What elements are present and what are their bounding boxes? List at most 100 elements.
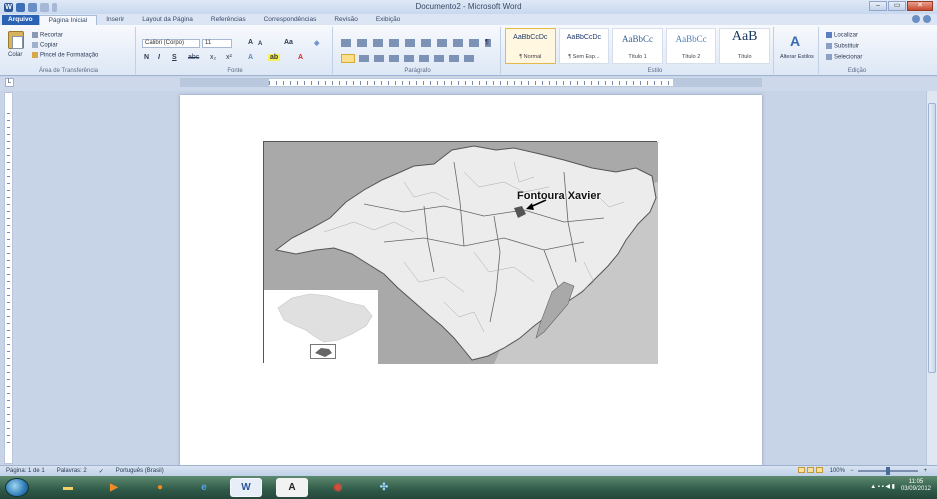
scrollbar-thumb[interactable] (928, 103, 936, 373)
tab-references[interactable]: Referências (202, 15, 255, 25)
binoculars-icon (826, 32, 832, 38)
proofing-icon[interactable]: ✓ (99, 468, 104, 475)
view-buttons[interactable] (797, 467, 825, 475)
paragraph-group-label: Parágrafo (404, 68, 431, 74)
italic-button[interactable]: I (158, 54, 160, 61)
strikethrough-button[interactable]: abc (188, 54, 199, 61)
state-locator-graphic (315, 348, 332, 357)
font-group: Calibri (Corpo) 11 A A Aa ◈ N I S abc x₂… (138, 27, 333, 74)
paste-button[interactable]: Colar (8, 52, 22, 58)
style-name: Título (737, 54, 752, 60)
font-color-icon[interactable]: A (298, 54, 303, 61)
style-heading-1[interactable]: AaBbCc Título 1 (612, 28, 663, 64)
paste-icon[interactable] (8, 31, 24, 49)
alignment-buttons[interactable] (359, 55, 479, 62)
styles-group-label: Estilo (647, 68, 663, 74)
copy-icon (32, 42, 38, 48)
internet-explorer-icon[interactable]: e (188, 478, 220, 497)
status-bar: Página: 1 de 1 Palavras: 2 ✓ Português (… (0, 465, 937, 476)
select-button[interactable]: Selecionar (826, 54, 862, 61)
vertical-scrollbar[interactable] (926, 91, 937, 465)
style-no-spacing[interactable]: AaBbCcDc ¶ Sem Esp... (558, 28, 610, 64)
explorer-icon[interactable]: ▬ (52, 478, 84, 497)
tab-mailings[interactable]: Correspondências (255, 15, 326, 25)
minimize-button[interactable]: – (869, 1, 887, 11)
maximize-button[interactable]: ▭ (888, 1, 906, 11)
change-styles-group: A Alterar Estilos (773, 27, 819, 74)
minimize-ribbon-icon[interactable] (912, 15, 920, 23)
firefox-icon[interactable]: ● (144, 478, 176, 497)
font-name-select[interactable]: Calibri (Corpo) (142, 39, 200, 48)
subscript-button[interactable]: x₂ (210, 54, 216, 61)
media-player-icon[interactable]: ▶ (98, 478, 130, 497)
align-left-icon[interactable] (341, 54, 355, 63)
zoom-level[interactable]: 100% (830, 468, 845, 474)
tab-page-layout[interactable]: Layout da Página (133, 15, 202, 25)
change-case-button[interactable]: Aa (284, 39, 293, 46)
format-painter-button[interactable]: Pincel de Formatação (32, 52, 98, 59)
cut-button[interactable]: Recortar (32, 32, 63, 39)
map-label: Fontoura Xavier (517, 190, 601, 202)
style-normal[interactable]: AaBbCcDc ¶ Normal (505, 28, 556, 64)
replace-label: Substituir (834, 43, 860, 50)
chrome-icon[interactable]: ◉ (322, 478, 354, 497)
full-screen-icon[interactable] (806, 467, 814, 473)
state-locator-inset (310, 344, 336, 359)
page-count[interactable]: Página: 1 de 1 (6, 468, 45, 474)
zoom-in-button[interactable]: + (923, 468, 927, 474)
vertical-ruler[interactable] (4, 92, 13, 464)
find-button[interactable]: Localizar (826, 32, 858, 39)
start-button[interactable] (5, 478, 29, 497)
font-size-select[interactable]: 11 (202, 39, 232, 48)
list-buttons[interactable] (341, 39, 491, 47)
language[interactable]: Português (Brasil) (116, 468, 164, 474)
tab-view[interactable]: Exibição (367, 15, 410, 25)
tab-home[interactable]: Página Inicial (38, 15, 98, 25)
style-name: ¶ Normal (519, 54, 542, 60)
cut-label: Recortar (40, 32, 64, 39)
grow-font-button[interactable]: A (248, 39, 253, 46)
print-layout-icon[interactable] (797, 467, 805, 473)
word-count[interactable]: Palavras: 2 (57, 468, 87, 474)
style-heading-2[interactable]: AaBbCc Título 2 (665, 28, 717, 64)
style-name: Título 1 (628, 54, 647, 60)
help-icon[interactable] (923, 15, 931, 23)
style-title[interactable]: AaB Título (719, 28, 770, 64)
style-preview: AaB (731, 29, 758, 44)
shrink-font-button[interactable]: A (258, 41, 262, 47)
highlight-icon[interactable]: ab (268, 54, 281, 61)
underline-button[interactable]: S (172, 54, 177, 61)
clock-date: 03/09/2012 (900, 486, 931, 492)
ribbon: Colar Recortar Copiar Pincel de Formataç… (0, 25, 937, 76)
superscript-button[interactable]: x² (226, 54, 232, 61)
tab-file[interactable]: Arquivo (2, 15, 39, 25)
word-taskbar-icon[interactable]: W (230, 478, 262, 497)
replace-button[interactable]: Substituir (826, 43, 859, 50)
bold-button[interactable]: N (144, 54, 149, 61)
pilcrow-icon[interactable]: ¶ (485, 39, 489, 46)
clock[interactable]: 11:05 03/09/2012 (901, 479, 931, 493)
zoom-slider[interactable] (858, 467, 919, 475)
tab-review[interactable]: Revisão (325, 15, 366, 25)
network-app-icon[interactable]: ✣ (368, 478, 400, 497)
clear-formatting-icon[interactable]: ◈ (314, 39, 319, 47)
tab-selector-button[interactable]: L (5, 78, 14, 87)
copy-button[interactable]: Copiar (32, 42, 58, 49)
select-label: Selecionar (834, 54, 863, 61)
font-group-label: Fonte (227, 68, 243, 74)
horizontal-ruler[interactable] (180, 78, 762, 87)
change-styles-icon[interactable]: A (790, 33, 800, 49)
ruler-left-margin (181, 79, 269, 86)
change-styles-button[interactable]: Alterar Estilos (780, 54, 814, 60)
app-taskbar-icon[interactable]: A (276, 478, 308, 497)
vertical-ruler-ticks (7, 113, 10, 443)
tray-icons[interactable]: ▲ ▪ ▪ ◀ ▮ (870, 483, 895, 490)
tab-insert[interactable]: Inserir (97, 15, 133, 25)
web-layout-icon[interactable] (815, 467, 823, 473)
zoom-out-button[interactable]: − (850, 468, 854, 474)
close-button[interactable]: ✕ (907, 1, 933, 11)
ribbon-tabs: Arquivo Página Inicial Inserir Layout da… (0, 14, 937, 25)
style-preview: AaBbCcDc (566, 34, 601, 41)
window-title: Documento2 - Microsoft Word (415, 2, 522, 11)
text-effects-icon[interactable]: A (248, 54, 253, 61)
